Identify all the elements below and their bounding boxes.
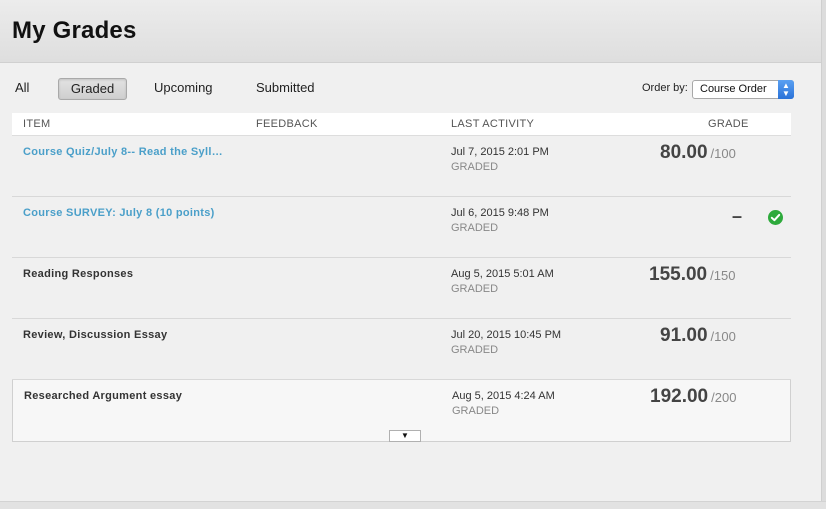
score-value: 155.00: [649, 264, 708, 285]
score-total: /150: [710, 268, 736, 283]
filter-upcoming[interactable]: Upcoming: [154, 78, 213, 100]
score-value: 80.00: [660, 142, 708, 163]
expand-row-button[interactable]: ▼: [389, 430, 421, 442]
filter-graded[interactable]: Graded: [58, 78, 127, 100]
score-value: 192.00: [650, 386, 709, 407]
activity-date: Jul 6, 2015 9:48 PM: [451, 207, 549, 219]
item-name: Reading Responses: [23, 268, 134, 280]
table-row: Reading Responses Aug 5, 2015 5:01 AM GR…: [12, 258, 791, 319]
table-row: Course Quiz/July 8-- Read the Syll… Jul …: [12, 136, 791, 197]
order-by-value: Course Order: [700, 83, 767, 95]
order-by-label: Order by:: [642, 82, 688, 94]
grades-table: ITEM FEEDBACK LAST ACTIVITY GRADE Course…: [12, 113, 791, 442]
item-link[interactable]: Course Quiz/July 8-- Read the Syll…: [23, 146, 223, 158]
table-row: Course SURVEY: July 8 (10 points) Jul 6,…: [12, 197, 791, 258]
score-value: 91.00: [660, 325, 708, 346]
page-header: My Grades: [0, 0, 826, 63]
item-link[interactable]: Course SURVEY: July 8 (10 points): [23, 207, 215, 219]
caret-down-icon: ▼: [401, 431, 409, 440]
activity-status: GRADED: [451, 161, 499, 173]
activity-date: Jul 20, 2015 10:45 PM: [451, 329, 562, 341]
bottom-strip: [0, 501, 826, 509]
order-by-select[interactable]: Course Order ▲ ▼: [692, 80, 794, 99]
grade-score: –: [731, 206, 742, 226]
activity-date: Aug 5, 2015 4:24 AM: [452, 390, 555, 402]
check-circle-icon: [768, 210, 783, 225]
score-total: /200: [711, 390, 737, 405]
score-total: /100: [710, 146, 736, 161]
select-arrows-icon: ▲ ▼: [778, 80, 794, 99]
filter-submitted[interactable]: Submitted: [256, 78, 315, 100]
item-name: Review, Discussion Essay: [23, 329, 168, 341]
scroll-edge: [821, 0, 826, 509]
header-feedback: FEEDBACK: [256, 118, 318, 130]
activity-status: GRADED: [452, 405, 500, 417]
table-header: ITEM FEEDBACK LAST ACTIVITY GRADE: [12, 113, 791, 136]
table-row: Researched Argument essay Aug 5, 2015 4:…: [12, 380, 791, 442]
activity-date: Aug 5, 2015 5:01 AM: [451, 268, 554, 280]
filter-all[interactable]: All: [15, 78, 29, 100]
grade-score: 155.00/150: [649, 264, 735, 286]
header-last-activity: LAST ACTIVITY: [451, 118, 535, 130]
score-total: /100: [710, 329, 736, 344]
activity-date: Jul 7, 2015 2:01 PM: [451, 146, 549, 158]
page-title: My Grades: [12, 17, 137, 44]
header-item: ITEM: [23, 118, 51, 130]
table-row: Review, Discussion Essay Jul 20, 2015 10…: [12, 319, 791, 380]
activity-status: GRADED: [451, 344, 499, 356]
grade-score: 192.00/200: [650, 386, 736, 408]
grade-score: 91.00/100: [660, 325, 736, 347]
header-grade: GRADE: [708, 118, 749, 130]
activity-status: GRADED: [451, 283, 499, 295]
activity-status: GRADED: [451, 222, 499, 234]
item-name: Researched Argument essay: [24, 390, 183, 402]
grade-score: 80.00/100: [660, 142, 736, 164]
